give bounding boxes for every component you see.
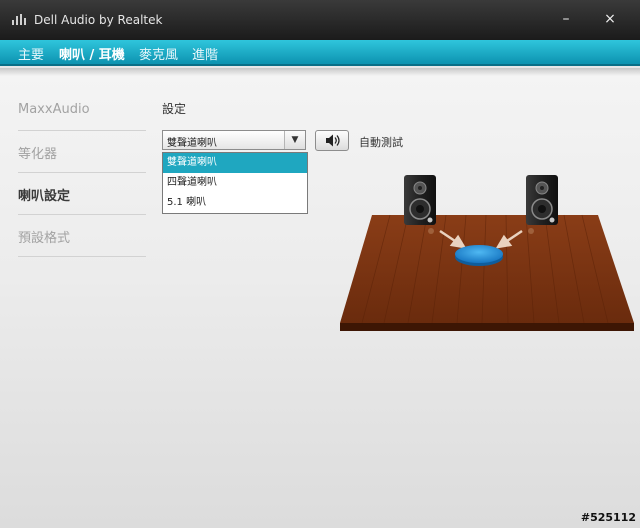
- tab-speakers-headphones[interactable]: 喇叭 / 耳機: [59, 44, 125, 63]
- option-quad[interactable]: 四聲道喇叭: [163, 173, 307, 193]
- sidebar-divider: [18, 172, 146, 173]
- sidebar-divider: [18, 130, 146, 131]
- left-speaker-icon[interactable]: [404, 175, 436, 225]
- section-title: 設定: [162, 102, 187, 116]
- tab-advanced[interactable]: 進階: [192, 44, 218, 63]
- main-nav: 主要 喇叭 / 耳機 麥克風 進階: [0, 40, 640, 66]
- sidebar-divider: [18, 256, 146, 257]
- sidebar-item-default-format[interactable]: 預設格式: [18, 227, 146, 246]
- sidebar-item-maxxaudio[interactable]: MaxxAudio: [18, 102, 146, 117]
- watermark-label: #525112: [580, 511, 636, 524]
- speaker-volume-icon: [326, 134, 340, 147]
- option-5-1[interactable]: 5.1 喇叭: [163, 193, 307, 213]
- test-speaker-button[interactable]: [315, 130, 349, 151]
- speaker-config-dropdown: 雙聲道喇叭 四聲道喇叭 5.1 喇叭: [162, 152, 308, 214]
- tab-microphone[interactable]: 麥克風: [139, 44, 178, 63]
- listener-position-icon[interactable]: [455, 245, 503, 266]
- right-speaker-icon[interactable]: [526, 175, 558, 225]
- app-logo-icon: [12, 14, 26, 25]
- right-speaker-marker: [528, 228, 534, 234]
- wooden-floor: [340, 214, 634, 331]
- left-speaker-marker: [428, 228, 434, 234]
- minimize-button[interactable]: –: [555, 9, 577, 29]
- close-button[interactable]: ×: [599, 9, 621, 29]
- content-area: MaxxAudio 等化器 喇叭設定 預設格式 設定 雙聲道喇叭 ▼ 雙聲道喇叭…: [0, 68, 640, 528]
- sidebar-divider: [18, 214, 146, 215]
- speaker-config-value: 雙聲道喇叭: [167, 138, 217, 149]
- tab-main[interactable]: 主要: [18, 44, 44, 63]
- speaker-config-select[interactable]: 雙聲道喇叭 ▼: [162, 130, 306, 150]
- sidebar-item-equalizer[interactable]: 等化器: [18, 143, 146, 162]
- auto-test-label: 自動測試: [359, 136, 403, 149]
- option-stereo[interactable]: 雙聲道喇叭: [163, 153, 307, 173]
- title-bar: Dell Audio by Realtek – ×: [0, 0, 640, 40]
- speaker-placement-diagram: [340, 175, 634, 331]
- nav-shadow: [0, 68, 640, 76]
- chevron-down-icon[interactable]: ▼: [284, 131, 305, 149]
- sidebar-item-speaker-setup[interactable]: 喇叭設定: [18, 185, 146, 204]
- window-title: Dell Audio by Realtek: [34, 13, 163, 27]
